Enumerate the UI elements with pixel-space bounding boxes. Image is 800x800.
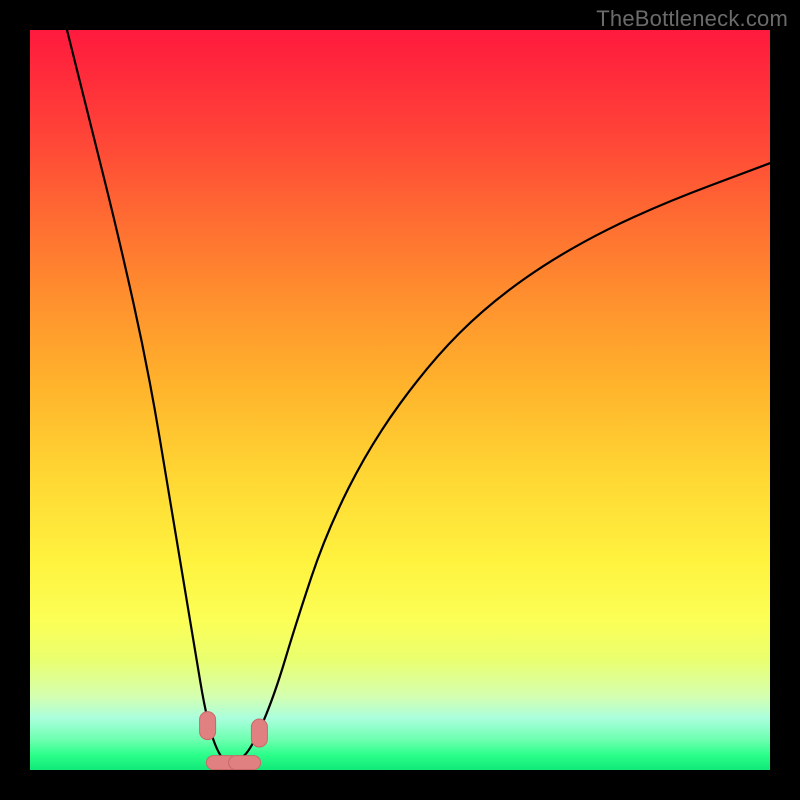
chart-frame: TheBottleneck.com bbox=[0, 0, 800, 800]
watermark-text: TheBottleneck.com bbox=[596, 6, 788, 32]
marker-group bbox=[200, 712, 268, 770]
marker-left-shoulder bbox=[200, 712, 216, 740]
curve-layer bbox=[30, 30, 770, 770]
plot-area bbox=[30, 30, 770, 770]
marker-bottom-right bbox=[229, 756, 261, 770]
bottleneck-curve bbox=[67, 30, 770, 763]
marker-right-shoulder bbox=[251, 719, 267, 747]
